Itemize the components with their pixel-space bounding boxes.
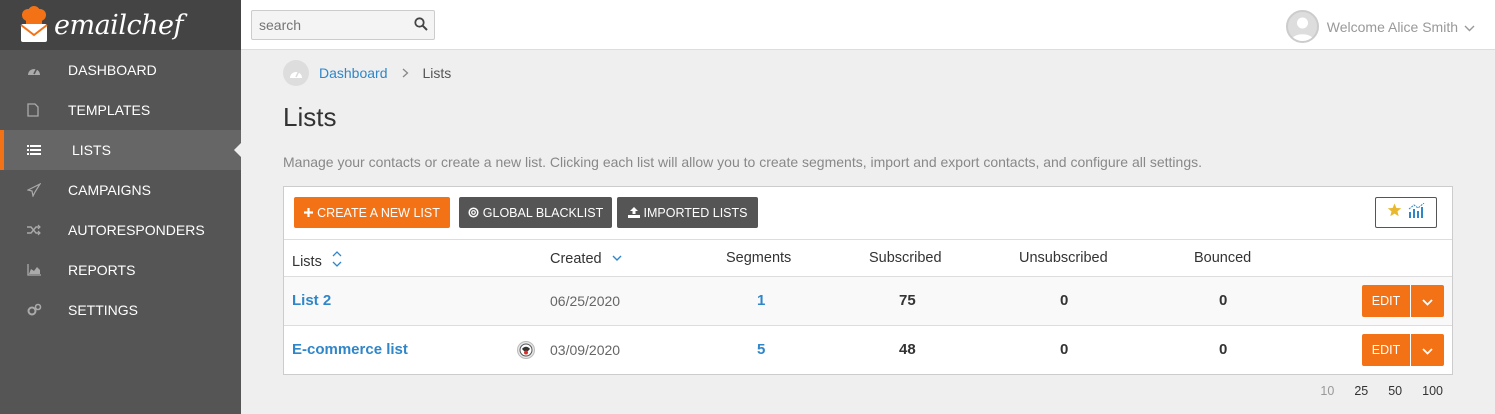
- sidebar-item-label: TEMPLATES: [68, 102, 151, 118]
- create-new-list-button[interactable]: CREATE A NEW LIST: [294, 197, 450, 228]
- column-header-label: Lists: [292, 254, 322, 270]
- page-size-10[interactable]: 10: [1320, 384, 1334, 398]
- sidebar-item-label: DASHBOARD: [68, 62, 157, 78]
- gauge-icon: [0, 64, 68, 76]
- chevron-down-icon: [1422, 294, 1433, 309]
- column-header-segments: Segments: [726, 250, 792, 266]
- edit-button-group: EDIT: [1362, 334, 1444, 366]
- sidebar-item-reports[interactable]: REPORTS: [0, 250, 241, 290]
- bounced-count: 0: [1219, 292, 1228, 309]
- create-new-list-label: CREATE A NEW LIST: [317, 205, 440, 220]
- page-size-selector: 10 25 50 100: [1320, 384, 1443, 398]
- subscribed-count: 75: [899, 292, 916, 309]
- sidebar-item-dashboard[interactable]: DASHBOARD: [0, 50, 241, 90]
- shuffle-icon: [0, 224, 68, 236]
- edit-dropdown-button[interactable]: [1410, 334, 1444, 366]
- column-header-unsubscribed: Unsubscribed: [1019, 250, 1108, 266]
- column-header-created[interactable]: Created: [550, 250, 622, 267]
- paper-plane-icon: [0, 183, 68, 197]
- avatar: [1285, 10, 1319, 43]
- breadcrumb-separator-icon: [402, 65, 409, 81]
- table-header: Lists Created Segments Subscribed Unsubs…: [284, 240, 1452, 277]
- search-input[interactable]: [252, 11, 402, 39]
- sidebar: emailchef DASHBOARD TEMPLATES LISTS CAMP…: [0, 0, 241, 414]
- top-bar: Welcome Alice Smith: [241, 0, 1495, 50]
- sidebar-item-campaigns[interactable]: CAMPAIGNS: [0, 170, 241, 210]
- sidebar-nav: DASHBOARD TEMPLATES LISTS CAMPAIGNS AUTO…: [0, 50, 241, 330]
- page-size-25[interactable]: 25: [1354, 384, 1368, 398]
- dashboard-gauge-icon: [283, 60, 309, 86]
- edit-button[interactable]: EDIT: [1362, 334, 1410, 366]
- search-icon[interactable]: [414, 17, 428, 36]
- breadcrumb-current: Lists: [422, 65, 452, 81]
- table-row[interactable]: E-commerce list 03/09/2020 5 48 0 0 EDIT: [284, 326, 1452, 375]
- chevron-down-icon: [1422, 343, 1433, 358]
- table-row[interactable]: List 2 06/25/2020 1 75 0 0 EDIT: [284, 277, 1452, 326]
- created-date: 06/25/2020: [550, 293, 621, 309]
- edit-button-group: EDIT: [1362, 285, 1444, 317]
- chevron-down-icon: [1464, 19, 1475, 35]
- page-size-50[interactable]: 50: [1388, 384, 1402, 398]
- sort-icon: [332, 251, 342, 272]
- edit-dropdown-button[interactable]: [1410, 285, 1444, 317]
- lists-panel: CREATE A NEW LIST GLOBAL BLACKLIST IMPOR…: [283, 186, 1453, 375]
- page-description: Manage your contacts or create a new lis…: [283, 154, 1203, 170]
- sidebar-item-lists[interactable]: LISTS: [0, 130, 241, 170]
- breadcrumb: Dashboard Lists: [283, 50, 1453, 96]
- favorite-stats-toggle[interactable]: [1375, 197, 1437, 228]
- sidebar-item-templates[interactable]: TEMPLATES: [0, 90, 241, 130]
- page-size-100[interactable]: 100: [1422, 384, 1443, 398]
- search-box: [251, 10, 435, 40]
- upload-icon: [627, 207, 640, 218]
- column-header-label: Created: [550, 251, 602, 267]
- list-name-link[interactable]: E-commerce list: [292, 341, 408, 358]
- imported-lists-button[interactable]: IMPORTED LISTS: [617, 197, 758, 228]
- ban-icon: [468, 207, 479, 218]
- sort-desc-icon: [612, 250, 622, 266]
- sidebar-item-label: LISTS: [72, 142, 111, 158]
- created-date: 03/09/2020: [550, 342, 621, 358]
- logo-text: emailchef: [54, 9, 183, 41]
- unsubscribed-count: 0: [1060, 341, 1069, 358]
- list-icon: [4, 144, 72, 156]
- main-content: Dashboard Lists Lists Manage your contac…: [283, 50, 1453, 375]
- page-title: Lists: [283, 102, 337, 132]
- sidebar-item-settings[interactable]: SETTINGS: [0, 290, 241, 330]
- stats-chart-icon: [1408, 202, 1425, 223]
- sidebar-item-label: CAMPAIGNS: [68, 182, 151, 198]
- unsubscribed-count: 0: [1060, 292, 1069, 309]
- welcome-text: Welcome Alice Smith: [1326, 18, 1458, 35]
- logo[interactable]: emailchef: [0, 0, 241, 50]
- sidebar-item-label: AUTORESPONDERS: [68, 222, 205, 238]
- lists-toolbar: CREATE A NEW LIST GLOBAL BLACKLIST IMPOR…: [284, 187, 1452, 240]
- segments-count-link[interactable]: 5: [757, 341, 765, 358]
- subscribed-count: 48: [899, 341, 916, 358]
- column-header-subscribed: Subscribed: [869, 250, 942, 266]
- plus-icon: [304, 208, 314, 217]
- bounced-count: 0: [1219, 341, 1228, 358]
- user-menu[interactable]: Welcome Alice Smith: [1285, 10, 1475, 43]
- global-blacklist-label: GLOBAL BLACKLIST: [482, 205, 604, 220]
- list-name-link[interactable]: List 2: [292, 292, 331, 309]
- star-icon: [1387, 203, 1402, 222]
- sidebar-item-label: SETTINGS: [68, 302, 139, 318]
- ecommerce-plugin-icon: [517, 341, 535, 359]
- breadcrumb-dashboard-link[interactable]: Dashboard: [319, 65, 388, 81]
- sidebar-item-label: REPORTS: [68, 262, 136, 278]
- edit-button[interactable]: EDIT: [1362, 285, 1410, 317]
- file-icon: [0, 103, 68, 117]
- sidebar-item-autoresponders[interactable]: AUTORESPONDERS: [0, 210, 241, 250]
- chef-hat-logo-icon: [18, 6, 50, 44]
- cogs-icon: [0, 303, 68, 317]
- column-header-lists[interactable]: Lists: [292, 250, 342, 272]
- area-chart-icon: [0, 264, 68, 276]
- segments-count-link[interactable]: 1: [757, 292, 765, 309]
- global-blacklist-button[interactable]: GLOBAL BLACKLIST: [459, 197, 612, 228]
- column-header-bounced: Bounced: [1194, 250, 1252, 266]
- imported-lists-label: IMPORTED LISTS: [643, 205, 748, 220]
